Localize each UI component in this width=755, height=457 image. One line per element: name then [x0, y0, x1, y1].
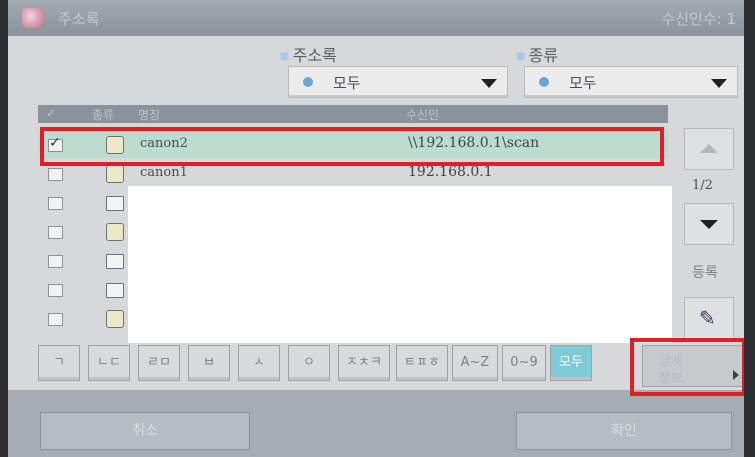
title-bar: 주소록 수신인수: 1 [8, 0, 744, 36]
fax-icon [106, 196, 124, 211]
index-button-rieul-mieum[interactable]: ㄹㅁ [138, 345, 180, 381]
highlight-details-button [630, 338, 744, 396]
address-book-screen: 주소록 수신인수: 1 주소록 모두 종류 모두 ✓ 종류 명칭 수신인 can… [8, 0, 744, 457]
chevron-down-icon [481, 79, 497, 88]
index-button-siot[interactable]: ㅅ [238, 345, 280, 381]
index-button-ieung[interactable]: ㅇ [288, 345, 330, 381]
address-book-filter-label: 주소록 [280, 42, 337, 66]
fax-icon [106, 283, 124, 298]
index-button-bieup[interactable]: ㅂ [188, 345, 230, 381]
column-check: ✓ [46, 106, 57, 120]
type-filter-label: 종류 [516, 42, 558, 66]
index-button-jieut-chieut-kieuk[interactable]: ㅈㅊㅋ [338, 345, 390, 381]
address-book-icon [106, 165, 124, 183]
ok-button[interactable]: 확인 [516, 412, 732, 450]
highlight-selected-row [40, 127, 664, 166]
index-button-giyeok[interactable]: ㄱ [38, 345, 80, 381]
column-recipient: 수신인 [406, 108, 440, 122]
fax-icon [106, 254, 124, 269]
address-book-icon [106, 310, 124, 328]
index-button-nieun-digeut[interactable]: ㄴㄷ [88, 345, 130, 381]
row-checkbox[interactable] [48, 284, 63, 297]
row-checkbox[interactable] [48, 226, 63, 239]
type-filter-value: 모두 [569, 74, 597, 92]
blank-overlay [128, 186, 672, 343]
page-indicator: 1/2 [692, 178, 713, 193]
chevron-down-icon [711, 79, 727, 88]
radio-dot-icon [539, 77, 549, 87]
address-book-filter-dropdown[interactable]: 모두 [288, 66, 508, 98]
row-checkbox[interactable] [48, 197, 63, 210]
register-label: 등록 [692, 265, 718, 281]
index-button-0-9[interactable]: 0~9 [502, 345, 546, 381]
recipient-count: 수신인수: 1 [661, 10, 736, 28]
type-filter-dropdown[interactable]: 모두 [524, 66, 738, 98]
page-title: 주소록 [58, 10, 100, 28]
entry-name: canon1 [140, 165, 188, 180]
address-book-app-icon [22, 8, 44, 28]
row-checkbox[interactable] [48, 255, 63, 268]
row-checkbox[interactable] [48, 313, 63, 326]
index-button-all[interactable]: 모두 [550, 345, 592, 381]
table-header: ✓ 종류 명칭 수신인 [38, 105, 668, 123]
scroll-down-button[interactable] [684, 203, 734, 245]
bottom-bar: 취소 확인 [8, 390, 744, 457]
pen-icon: ✎ [699, 306, 716, 330]
radio-dot-icon [303, 77, 313, 87]
address-book-icon [106, 223, 124, 241]
cancel-button[interactable]: 취소 [40, 412, 250, 450]
entry-address: 192.168.0.1 [408, 164, 493, 180]
index-button-tieut-pieup-hieut[interactable]: ㅌㅍㅎ [396, 345, 448, 381]
column-name: 명칭 [138, 108, 161, 122]
index-button-a-z[interactable]: A~Z [452, 345, 498, 381]
register-button[interactable]: ✎ [684, 297, 734, 339]
row-checkbox[interactable] [48, 168, 63, 181]
scroll-up-button[interactable] [684, 128, 734, 170]
column-type: 종류 [92, 108, 115, 122]
address-book-filter-value: 모두 [333, 74, 361, 92]
